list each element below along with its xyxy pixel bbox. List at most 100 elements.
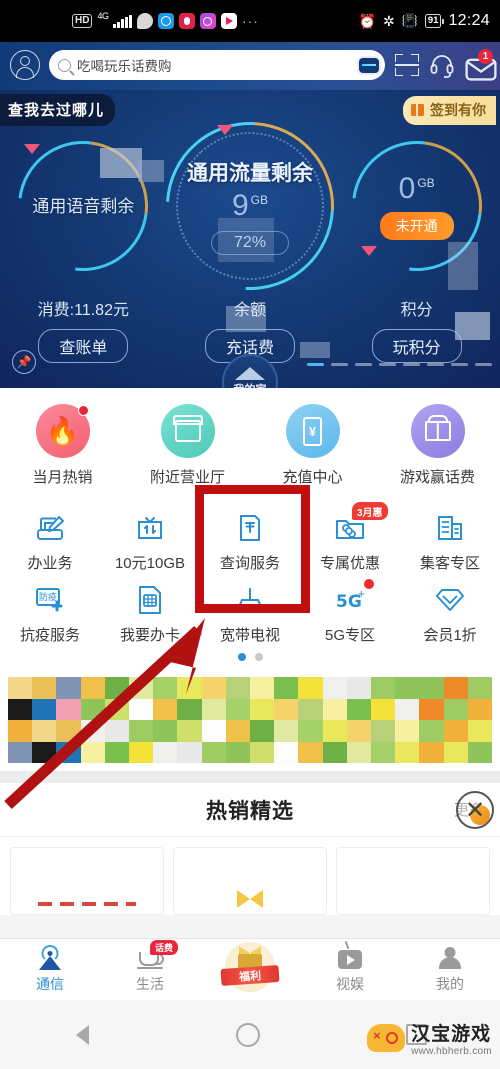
mosaic-tile (298, 741, 323, 763)
grid-item-exclusive-offers[interactable]: 3月惠 专属优惠 (300, 502, 400, 575)
phone-money-icon: ¥ (285, 404, 340, 458)
censor-block (448, 242, 478, 290)
product-card[interactable] (336, 847, 490, 915)
play-app-icon (220, 13, 237, 29)
gauge-group: 通用语音剩余 通用流量剩余 9 GB 72% 0 GB 未开通 (0, 90, 500, 325)
gauge-marker-icon (361, 246, 378, 256)
mosaic-tile (419, 698, 444, 720)
user-avatar-icon[interactable] (10, 50, 40, 80)
bottom-tab-bar: 通信 话费 生活 福利 视娱 我的 (0, 938, 500, 1000)
censor-block (138, 160, 164, 182)
balance-value: 余额 (234, 302, 267, 319)
network-type-label: 4G (97, 11, 109, 21)
watermark: 汉宝游戏 www.hbherb.com (367, 1019, 492, 1057)
mosaic-tile (419, 677, 444, 699)
bill-yuan-icon (233, 511, 267, 545)
hd-badge: HD (72, 14, 93, 28)
mosaic-tile (298, 698, 323, 720)
signal-bars-icon (113, 14, 132, 28)
ai-robot-icon[interactable] (357, 55, 381, 75)
hero-banner: 查我去过哪儿 签到有你 通用语音剩余 通用流量剩余 9 GB 72% 0 GB … (0, 90, 500, 388)
mosaic-tile (346, 720, 371, 742)
mosaic-tile (371, 677, 396, 699)
product-card[interactable] (173, 847, 327, 915)
mosaic-tile (395, 720, 420, 742)
app-header: 吃喝玩乐话费购 1 (0, 42, 500, 90)
mosaic-tile (419, 741, 444, 763)
scan-code-icon[interactable] (394, 52, 420, 78)
watermark-url: www.hbherb.com (411, 1046, 492, 1057)
welfare-ribbon-label: 福利 (220, 964, 280, 986)
back-triangle-icon[interactable] (73, 1022, 90, 1048)
grid-item-enterprise-zone[interactable]: 集客专区 (400, 503, 500, 575)
data-gauge-value: 9 GB (231, 188, 269, 222)
product-card[interactable] (10, 847, 164, 915)
data-gauge-percent: 72% (210, 230, 290, 255)
activate-button[interactable]: 未开通 (379, 211, 454, 240)
more-notifications-icon: ··· (241, 13, 259, 29)
tab-welfare[interactable]: 福利 (200, 941, 300, 992)
tab-life[interactable]: 话费 生活 (100, 940, 200, 994)
grid-item-10yuan-10gb[interactable]: 10元10GB (100, 503, 200, 575)
close-x-icon[interactable]: ✕ (456, 791, 494, 829)
building-icon (433, 511, 467, 545)
mail-badge: 1 (478, 49, 493, 64)
vibrate-icon: 📳 (401, 13, 418, 28)
status-bar-clock: 12:24 (448, 12, 490, 29)
chat-app-icon (136, 13, 153, 29)
offer-badge: 3月惠 (352, 502, 388, 520)
points-value: 积分 (400, 302, 433, 319)
tab-badge: 话费 (150, 940, 179, 955)
voice-gauge[interactable]: 通用语音剩余 (0, 114, 175, 297)
grid-item-member-discount[interactable]: 会员1折 (400, 575, 500, 647)
points-button[interactable]: 玩积分 (371, 329, 462, 363)
data-gauge-unit: GB (250, 192, 269, 207)
data-gauge-title: 通用流量剩余 (187, 161, 313, 185)
grid-item-query-service[interactable]: 查询服务 (200, 503, 300, 575)
bluetooth-icon: ✲ (382, 12, 395, 29)
status-bar-left: HD 4G ··· (72, 11, 359, 29)
quick-entry-nearby-store[interactable]: 附近营业厅 (125, 404, 250, 487)
mail-icon[interactable]: 1 (464, 49, 497, 81)
grid-item-5g-zone[interactable]: 5G + 5G专区 (300, 575, 400, 647)
pin-icon[interactable]: 📌 (12, 350, 36, 374)
tab-label: 视娱 (336, 976, 364, 992)
mosaic-tile (419, 720, 444, 742)
checkin-label: 签到有你 (430, 102, 486, 118)
carousel-indicator[interactable] (307, 363, 492, 366)
home-circle-icon[interactable] (236, 1022, 260, 1047)
battery-icon: 91 (424, 14, 444, 28)
headset-icon[interactable] (429, 52, 455, 78)
grid-item-label: 集客专区 (419, 555, 480, 572)
mosaic-tile (443, 677, 468, 699)
third-gauge-unit: GB (417, 175, 435, 190)
gift-icon (410, 404, 465, 458)
grid-item-handle-business[interactable]: 办业务 (0, 503, 100, 575)
points-stat: 积分 玩积分 (333, 296, 500, 363)
tab-mine[interactable]: 我的 (400, 945, 500, 994)
data-gauge[interactable]: 通用流量剩余 9 GB 72% (131, 90, 369, 325)
search-input[interactable]: 吃喝玩乐话费购 (49, 50, 385, 80)
arrow-annotation (4, 618, 205, 810)
tab-video[interactable]: 视娱 (300, 940, 400, 994)
mosaic-tile (322, 677, 347, 699)
hot-sales-cards (0, 837, 500, 915)
fire-icon: 🔥 (35, 404, 90, 458)
quick-entry-recharge-center[interactable]: ¥ 充值中心 (250, 404, 375, 487)
mosaic-tile (443, 720, 468, 742)
mosaic-tile (467, 720, 492, 742)
mosaic-tile (443, 698, 468, 720)
blue-app-icon (157, 13, 174, 29)
search-icon (58, 58, 71, 72)
status-bar: HD 4G ··· ⏰ ✲ 📳 91 12:24 (0, 0, 500, 42)
quick-entry-label: 充值中心 (282, 469, 343, 486)
tab-communication[interactable]: 通信 (0, 945, 100, 994)
mosaic-tile (298, 677, 323, 699)
quick-entry-game-rewards[interactable]: 游戏赢话费 (375, 404, 500, 487)
view-bill-button[interactable]: 查账单 (38, 329, 129, 363)
watermark-text: 汉宝游戏 www.hbherb.com (411, 1019, 492, 1057)
data-swap-icon (133, 511, 167, 545)
quick-entry-hot-sales[interactable]: 🔥 当月热销 (0, 404, 125, 487)
contract-pen-icon (33, 511, 67, 545)
watermark-logo-icon (367, 1024, 406, 1052)
